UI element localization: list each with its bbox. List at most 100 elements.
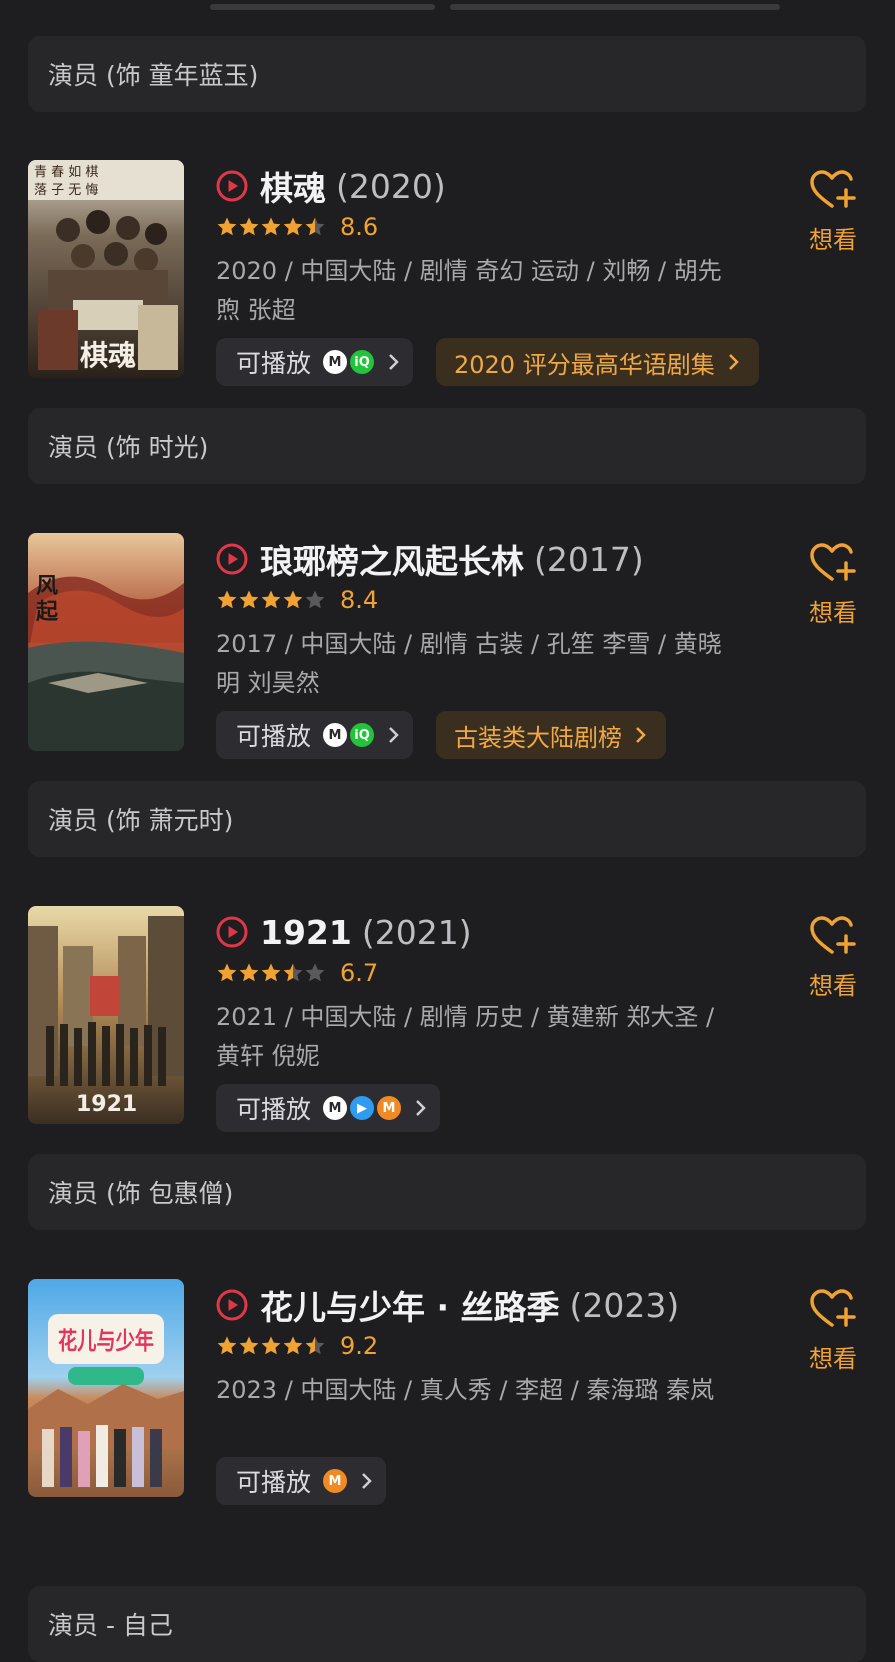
playable-button[interactable]: 可播放 M ▶ M [216,1084,441,1132]
role-bar[interactable]: 演员 (饰 萧元时) [28,781,866,857]
heart-add-icon [810,1289,856,1327]
play-icon [216,543,248,575]
score: 8.6 [340,213,379,241]
list-item[interactable]: 风 起 琅琊榜之风起长林 (2017) 8.4 2017 / 中国大陆 / 剧情… [0,533,895,763]
meta-info: 2017 / 中国大陆 / 剧情 古装 / 孔笙 李雪 / 黄晓明 刘昊然 [216,630,722,697]
star-icon [239,1336,259,1355]
title-row[interactable]: 1921 (2021) [216,910,472,954]
role-bar[interactable]: 演员 (饰 时光) [28,408,866,484]
want-to-watch-button[interactable]: 想看 [800,168,866,255]
playable-label: 可播放 [236,1468,312,1497]
playable-label: 可播放 [236,1095,312,1124]
meta-info: 2023 / 中国大陆 / 真人秀 / 李超 / 秦海璐 秦岚 [216,1376,715,1404]
star-icon [239,217,259,236]
meta-info: 2020 / 中国大陆 / 剧情 奇幻 运动 / 刘畅 / 胡先煦 张超 [216,257,722,324]
heart-add-icon [810,170,856,208]
role-label: 演员 (饰 童年蓝玉) [48,61,259,90]
svg-text:落 子 无 悔: 落 子 无 悔 [34,183,98,198]
role-bar[interactable]: 演员 - 自己 [28,1586,866,1662]
playable-label: 可播放 [236,722,312,751]
role-label: 演员 (饰 时光) [48,433,209,462]
list-item[interactable]: 1921 1921 (2021) 6.7 2021 / 中国大陆 / 剧情 历史… [0,906,895,1136]
score: 9.2 [340,1332,379,1360]
want-label: 想看 [809,599,857,627]
tab-indicator-left[interactable] [210,4,435,10]
playable-button[interactable]: 可播放 M [216,1457,387,1505]
tencent-video-icon: ▶ [350,1096,375,1120]
star-icon [305,963,325,982]
svg-text:青 春 如 棋: 青 春 如 棋 [34,164,98,180]
want-to-watch-button[interactable]: 想看 [800,914,866,1001]
poster-image[interactable]: 风 起 [28,533,184,751]
playable-label: 可播放 [236,349,312,378]
poster-image[interactable]: 青 春 如 棋 落 子 无 悔 棋魂 [28,160,184,378]
want-to-watch-button[interactable]: 想看 [800,1287,866,1374]
want-to-watch-button[interactable]: 想看 [800,541,866,628]
title-row[interactable]: 花儿与少年 · 丝路季 (2023) [216,1283,679,1327]
title[interactable]: 1921 [260,913,352,952]
role-bar[interactable]: 演员 (饰 童年蓝玉) [28,36,866,112]
star-icon [261,217,281,236]
poster-title: 花儿与少年 [58,1327,154,1355]
rating-row: 9.2 [216,1331,378,1361]
playable-button[interactable]: 可播放 M iQ [216,711,414,759]
poster-image[interactable]: 花儿与少年 [28,1279,184,1497]
rank-badge[interactable]: 2020 评分最高华语剧集 [436,338,759,386]
star-icon [305,217,325,236]
star-rating [216,1335,326,1357]
star-rating [216,962,326,984]
star-icon [283,963,303,982]
list-item[interactable]: 花儿与少年 花儿与少年 · 丝路季 (2023) 9.2 2023 / 中国大陆… [0,1279,895,1509]
iqiyi-icon: iQ [350,350,375,374]
heart-add-icon [810,916,856,954]
play-icon [216,170,248,202]
poster-title: 棋魂 [80,339,136,372]
star-icon [217,217,237,236]
star-icon [283,217,303,236]
role-label: 演员 - 自己 [48,1611,173,1640]
youku-icon: M [323,350,348,374]
score: 6.7 [340,959,379,987]
svg-text:起: 起 [35,599,59,625]
tab-indicator-right[interactable] [450,4,780,10]
chevron-right-icon [416,1100,426,1116]
star-icon [239,963,259,982]
role-bar[interactable]: 演员 (饰 包惠僧) [28,1154,866,1230]
title[interactable]: 花儿与少年 · 丝路季 [260,1281,560,1329]
title-row[interactable]: 琅琊榜之风起长林 (2017) [216,537,644,581]
play-icon [216,916,248,948]
title[interactable]: 棋魂 [260,162,326,210]
rank-label: 古装类大陆剧榜 [454,723,622,752]
want-label: 想看 [809,226,857,254]
poster-image[interactable]: 1921 [28,906,184,1124]
youku-icon: M [323,1096,348,1120]
star-icon [305,1336,325,1355]
star-icon [305,590,325,609]
role-label: 演员 (饰 萧元时) [48,806,234,835]
play-icon [216,1289,248,1321]
chevron-right-icon [389,727,399,743]
rank-badge[interactable]: 古装类大陆剧榜 [436,711,666,759]
svg-text:风: 风 [36,573,58,599]
rating-row: 6.7 [216,958,378,988]
mango-tv-icon: M [377,1096,402,1120]
top-tab-indicators [0,0,895,14]
chevron-right-icon [389,354,399,370]
year: (2017) [534,539,644,579]
title-row[interactable]: 棋魂 (2020) [216,164,446,208]
list-item[interactable]: 青 春 如 棋 落 子 无 悔 棋魂 棋魂 (2020) 8.6 2020 / … [0,160,895,390]
star-icon [217,963,237,982]
meta-info: 2021 / 中国大陆 / 剧情 历史 / 黄建新 郑大圣 / 黄轩 倪妮 [216,1003,715,1070]
star-icon [217,1336,237,1355]
chevron-right-icon [362,1473,372,1489]
score: 8.4 [340,586,379,614]
star-rating [216,216,326,238]
heart-add-icon [810,543,856,581]
role-label: 演员 (饰 包惠僧) [48,1179,234,1208]
rating-row: 8.4 [216,585,378,615]
year: (2023) [569,1285,680,1325]
playable-button[interactable]: 可播放 M iQ [216,338,414,386]
want-label: 想看 [809,972,857,1000]
title[interactable]: 琅琊榜之风起长林 [260,535,524,583]
year: (2020) [336,166,446,206]
